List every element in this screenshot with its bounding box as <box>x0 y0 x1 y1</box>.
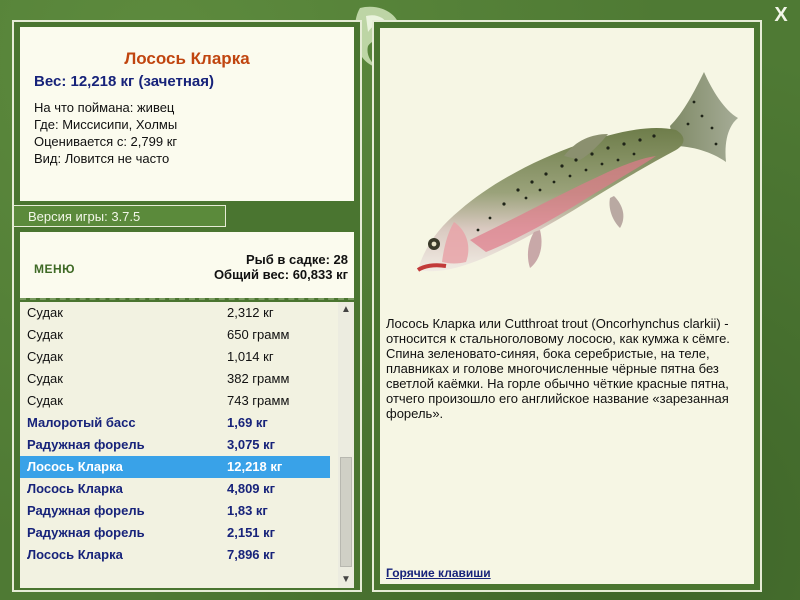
fish-weight-value: 2,151 кг <box>227 525 276 540</box>
left-panel: Лосось Кларка Вес: 12,218 кг (зачетная) … <box>12 20 362 592</box>
fish-weight-value: 1,69 кг <box>227 415 268 430</box>
table-row[interactable]: Лосось Кларка 4,809 кг <box>20 478 330 500</box>
table-row[interactable]: Лосось Кларка 7,896 кг <box>20 544 330 566</box>
fish-name: Радужная форель <box>27 503 145 518</box>
fish-name: Судак <box>27 327 63 342</box>
detail-bait: На что поймана: живец <box>34 100 175 115</box>
fish-name: Судак <box>27 349 63 364</box>
table-row[interactable]: Судак 650 грамм <box>20 324 330 346</box>
table-row[interactable]: Судак 2,312 кг <box>20 302 330 324</box>
table-row[interactable]: Судак 1,014 кг <box>20 346 330 368</box>
fish-weight-value: 650 грамм <box>227 327 290 342</box>
catch-rows: Судак 2,312 кг Судак 650 грамм Судак 1,014 кг… <box>20 302 330 588</box>
fish-count: Рыб в садке: 28 <box>245 252 348 267</box>
table-row[interactable]: Судак 382 грамм <box>20 368 330 390</box>
fish-name: Радужная форель <box>27 525 145 540</box>
right-panel: Лосось Кларка или Cutthroat trout (Oncor… <box>372 20 762 592</box>
close-icon[interactable]: X <box>774 4 787 26</box>
fish-name: Судак <box>27 371 63 386</box>
total-weight: Общий вес: 60,833 кг <box>213 267 348 282</box>
detail-rarity: Вид: Ловится не часто <box>34 151 170 166</box>
fish-description-card: Лосось Кларка или Cutthroat trout (Oncor… <box>380 28 754 584</box>
fish-name: Лосось Кларка <box>27 547 123 562</box>
dashed-divider <box>20 298 354 300</box>
scrollbar[interactable]: ▲ ▼ <box>338 302 354 588</box>
fish-name: Малоротый басс <box>27 415 136 430</box>
fish-name: Лосось Кларка <box>27 459 123 474</box>
fishing-catch-window: X Лосось Кларка Вес: 12,218 кг (зачетная… <box>0 0 800 600</box>
fish-weight-value: 2,312 кг <box>227 305 274 320</box>
detail-trophy-threshold: Оценивается с: 2,799 кг <box>34 134 178 149</box>
fish-title: Лосось Кларка <box>124 49 250 68</box>
chevron-up-icon[interactable]: ▲ <box>338 302 354 318</box>
fish-weight-value: 3,075 кг <box>227 437 276 452</box>
fish-name: Судак <box>27 393 63 408</box>
close-button[interactable]: X <box>770 4 792 26</box>
fish-weight-value: 1,014 кг <box>227 349 274 364</box>
version-label: Версия игры: 3.7.5 <box>14 205 226 227</box>
fish-weight-value: 1,83 кг <box>227 503 268 518</box>
fish-details: На что поймана: живец Где: Миссисипи, Хо… <box>34 99 177 167</box>
fish-name: Радужная форель <box>27 437 145 452</box>
table-row[interactable]: Радужная форель 3,075 кг <box>20 434 330 456</box>
table-row[interactable]: Радужная форель 2,151 кг <box>20 522 330 544</box>
detail-location: Где: Миссисипи, Холмы <box>34 117 178 132</box>
keepnet-stats: Рыб в садке: 28 Общий вес: 60,833 кг <box>214 252 348 282</box>
fish-weight: Вес: 12,218 кг (зачетная) <box>34 73 215 90</box>
fish-weight-value: 12,218 кг <box>227 459 283 474</box>
scroll-thumb[interactable] <box>340 457 352 567</box>
table-row[interactable]: Малоротый басс 1,69 кг <box>20 412 330 434</box>
table-row[interactable]: Судак 743 грамм <box>20 390 330 412</box>
fish-name: Лосось Кларка <box>27 481 123 496</box>
catch-list[interactable]: Судак 2,312 кг Судак 650 грамм Судак 1,014 кг… <box>20 302 354 588</box>
hotkeys-link[interactable]: Горячие клавиши <box>386 566 491 580</box>
table-row[interactable]: Радужная форель 1,83 кг <box>20 500 330 522</box>
menu-button[interactable]: МЕНЮ <box>34 262 75 276</box>
fish-weight-value: 4,809 кг <box>227 481 276 496</box>
fish-weight-value: 382 грамм <box>227 371 290 386</box>
cutthroat-trout-illustration <box>416 72 738 272</box>
fish-weight-value: 7,896 кг <box>227 547 276 562</box>
menu-stats-area: МЕНЮ Рыб в садке: 28 Общий вес: 60,833 к… <box>20 232 354 298</box>
fish-description: Лосось Кларка или Cutthroat trout (Oncor… <box>386 316 730 421</box>
chevron-down-icon[interactable]: ▼ <box>338 572 354 588</box>
fish-name: Судак <box>27 305 63 320</box>
fish-info-card: Лосось Кларка Вес: 12,218 кг (зачетная) … <box>20 27 354 201</box>
table-row-selected[interactable]: Лосось Кларка 12,218 кг <box>20 456 330 478</box>
fish-weight-value: 743 грамм <box>227 393 290 408</box>
